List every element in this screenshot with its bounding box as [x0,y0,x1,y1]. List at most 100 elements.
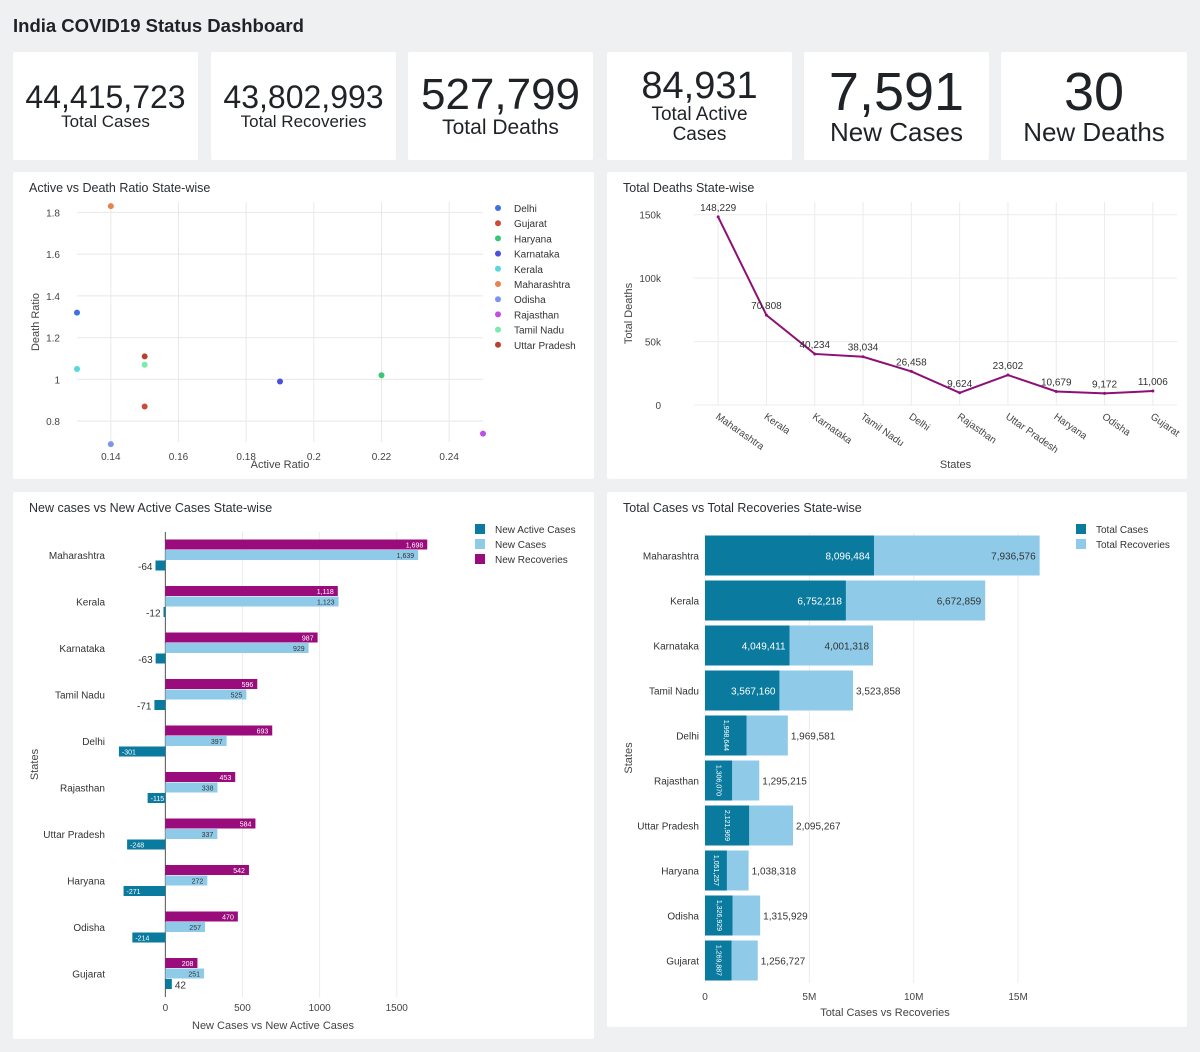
x-tick-label: Haryana [1052,411,1090,442]
y-tick-label: Tamil Nadu [649,687,699,698]
y-tick-label: Karnataka [653,642,699,653]
bar [165,643,309,653]
kpi-total-cases: 44,415,723 Total Cases [13,52,198,160]
scatter-point [141,403,148,410]
data-label: 584 [240,822,252,829]
kpi-value: 44,415,723 [25,79,186,116]
data-label: 1,306,070 [715,765,722,796]
panel-title: Active vs Death Ratio State-wise [29,181,211,195]
data-label: 1,639 [397,553,415,560]
data-label: 26,458 [896,357,927,368]
bar [732,895,761,936]
x-tick-label: 1500 [386,1003,409,1014]
scatter-point [378,372,385,379]
data-label: 397 [211,739,223,746]
data-label: 1,118 [317,589,334,596]
x-tick-label: 15M [1008,992,1027,1003]
y-tick-label: Odisha [73,923,105,934]
data-label: 1,998,644 [722,720,729,751]
kpi-new-deaths: 30 New Deaths [1001,52,1187,160]
line-point [958,391,962,395]
data-label: 338 [202,786,214,793]
bar [726,850,749,891]
legend-label: New Recoveries [495,555,568,566]
y-axis-label: Total Deaths [623,282,635,344]
legend-marker [495,341,501,348]
legend-label: Odisha [514,295,546,306]
data-label: -115 [151,796,165,803]
scatter-panel: 0.14 0.16 0.18 0.2 0.22 0.24 0.8 1 1.2 1.4 1.6 1.8 A… [13,172,594,479]
kpi-value: 7,591 [828,62,965,123]
x-tick-label: Odisha [1100,411,1133,438]
bar [749,805,794,846]
panel-title: New cases vs New Active Cases State-wise [29,501,273,515]
scatter-point [141,361,148,368]
x-tick-label: 10M [904,992,923,1003]
data-label: 42 [175,981,187,992]
data-label: 251 [188,972,200,979]
y-tick-label: Rajasthan [654,777,699,788]
y-axis-label: States [623,742,635,774]
legend-label: Delhi [514,204,537,215]
scatter-point [74,365,80,372]
bar [746,715,788,756]
line-point [909,369,913,373]
scatter-point [107,441,114,448]
new-cases-chart: 0 500 1000 1500 Maharashtra 1,698 1,639 -64 Kera… [29,524,576,1032]
data-label: 1,969,581 [791,732,836,743]
legend-marker [495,220,501,227]
bar [163,607,166,617]
kpi-total-active-cases: 84,931 Total Active Cases [607,52,792,160]
data-label: -214 [135,936,149,943]
data-label: -301 [122,750,136,757]
data-label: -248 [130,843,144,850]
line-point [1006,373,1010,377]
line-chart: MaharashtraKerala Karnataka Tamil Nadu Delh… [623,202,1181,471]
line-point [813,352,817,356]
y-tick-label: Kerala [76,597,105,608]
x-tick-label: 0.14 [101,452,121,463]
legend-label: New Cases [495,540,546,551]
data-label: -271 [127,889,141,896]
data-label: 1,315,929 [763,912,808,923]
data-label: 2,095,267 [796,822,841,833]
y-tick-label: Uttar Pradesh [637,822,699,833]
kpi-label: Total Active Cases [651,104,748,145]
legend-label: Total Cases [1096,525,1148,536]
line-point [1054,389,1058,393]
legend-label: Gujarat [514,219,547,230]
kpi-label: Total Recoveries [240,112,367,132]
data-label: 337 [202,832,214,839]
x-tick-label: 0 [702,992,708,1003]
x-tick-label: 0.24 [439,452,459,463]
bar [165,979,172,989]
data-label: 987 [302,636,314,643]
x-tick-label: Delhi [907,411,932,433]
y-tick-label: Tamil Nadu [55,690,105,701]
data-label: 6,672,859 [937,597,982,608]
y-tick-label: 1 [54,375,60,386]
y-tick-label: 1.8 [46,208,60,219]
x-tick-label: 0.16 [169,452,189,463]
legend-marker [475,554,485,564]
data-label: 3,567,160 [731,687,776,698]
y-tick-label: Delhi [676,732,699,743]
data-label: 1,051,257 [712,855,719,886]
y-tick-label: 100k [639,274,662,285]
y-tick-label: 50k [645,338,662,349]
legend-label: Tamil Nadu [514,326,564,337]
legend-marker [495,250,501,257]
data-label: 23,602 [993,361,1024,372]
data-label: 470 [222,915,234,922]
data-label: 4,049,411 [742,642,786,653]
bar [155,560,166,571]
data-label: 693 [257,729,269,736]
y-tick-label: 0 [655,401,661,412]
x-tick-label: Gujarat [1148,411,1181,439]
bar [165,539,428,550]
x-tick-label: Kerala [762,411,792,437]
data-label: 10,679 [1041,377,1072,388]
kpi-label: Total Cases [61,112,150,132]
line-point [764,313,768,317]
bar [779,670,854,711]
